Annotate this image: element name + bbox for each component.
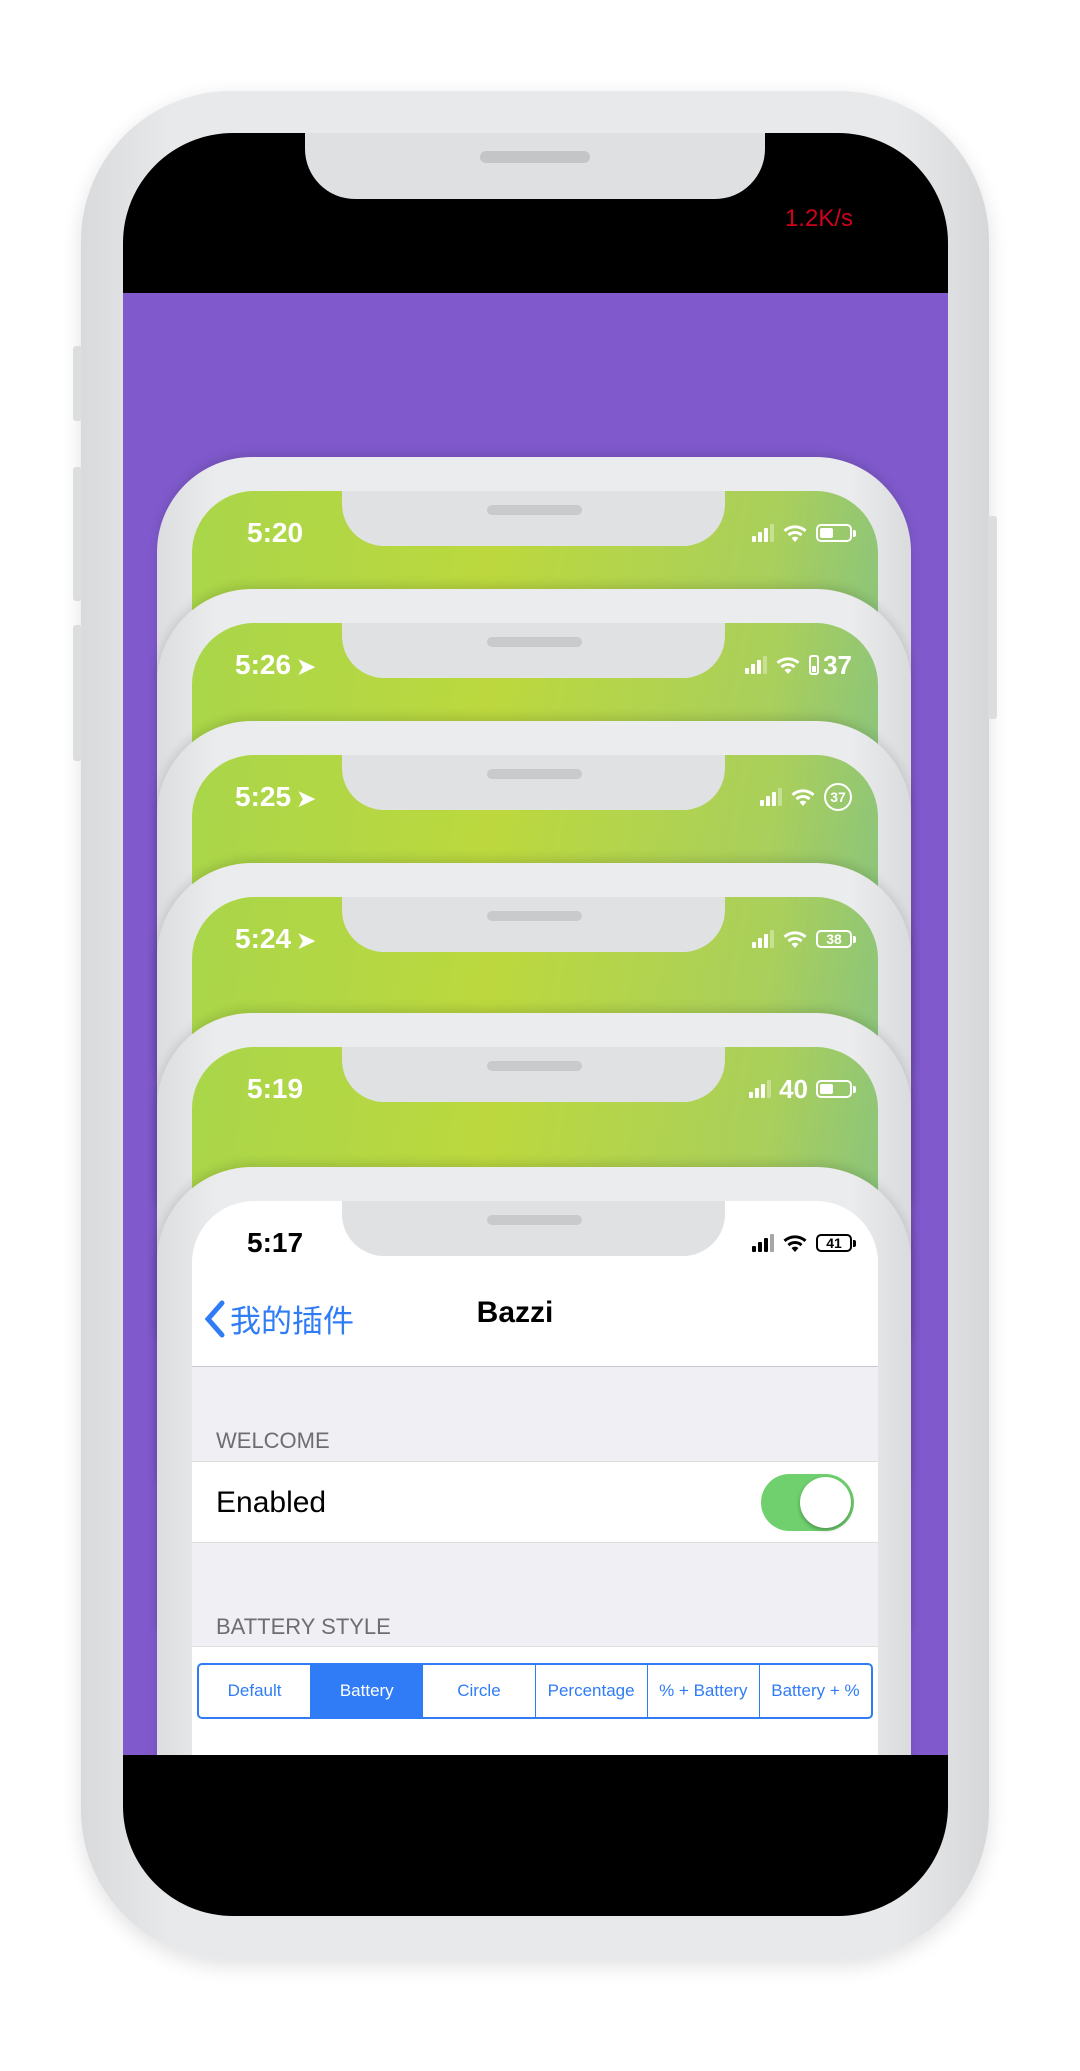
status-icons: 38 [752,923,856,955]
signal-icon [745,656,768,674]
status-time: 5:26 ➤ [235,649,315,681]
battery-percent: 40 [779,1073,808,1104]
speaker [487,769,582,779]
speaker [487,505,582,515]
speaker [487,1061,582,1071]
enabled-row: Enabled [192,1461,878,1543]
battery-icon [816,1080,856,1098]
time-text: 5:25 [235,781,292,812]
wifi-icon [790,787,816,807]
status-time: 5:25 ➤ [235,781,315,813]
status-time: 5:19 [247,1073,303,1105]
section-header-welcome: WELCOME [216,1428,330,1453]
phone-screen: 1.2K/s 5:20 5:26 ➤ 37 5:25 ➤ 37 5:24 ➤ 38 5:19 40 我的… [123,133,948,1916]
wifi-icon [782,929,808,949]
signal-icon [752,930,774,948]
status-time: 5:24 ➤ [235,923,315,955]
network-speed: 1.2K/s [784,205,853,232]
section-header-battery-style: BATTERY STYLE [216,1614,391,1639]
mute-switch [73,346,82,421]
segment-3[interactable]: Percentage [536,1665,648,1717]
status-icons: 41 [752,1227,856,1259]
speaker [487,637,582,647]
time-text: 5:20 [247,517,304,548]
settings-phone: 我的插件 Bazzi 5:17 41 WELCOME Enabled BATTERY STY… [157,1167,911,1755]
status-icons: 37 [760,781,852,813]
preview-area: 5:20 5:26 ➤ 37 5:25 ➤ 37 5:24 ➤ 38 5:19 40 我的插件 Bazzi… [123,293,948,1755]
battery-percent: 37 [823,649,852,680]
battery-icon: 41 [816,1234,856,1252]
segment-1[interactable]: Battery [311,1665,424,1717]
status-icons: 40 [749,1073,856,1105]
wifi-icon [782,523,808,543]
battery-circle-icon: 37 [824,783,852,811]
status-time: 5:20 [247,517,303,549]
signal-icon [752,524,774,542]
signal-icon [760,788,782,806]
segment-0[interactable]: Default [199,1665,312,1717]
signal-icon [752,1234,774,1252]
status-icons [752,517,856,549]
notch [342,1201,725,1256]
battery-style-segmented-control: Default Battery Circle Percentage% + Batter… [197,1663,873,1719]
time-text: 5:19 [247,1073,304,1104]
time-text: 5:24 [235,923,292,954]
page-title: Bazzi [476,1296,554,1329]
battery-icon [816,524,856,542]
time-text: 5:26 [235,649,292,680]
battery-icon: 38 [816,930,856,948]
battery-icon [809,655,820,675]
power-button [988,516,997,719]
segment-4[interactable]: % + Battery [648,1665,760,1717]
notch [342,897,725,952]
segment-5[interactable]: Battery + % [760,1665,871,1717]
notch [342,623,725,678]
wifi-icon [782,1233,808,1253]
notch [342,491,725,546]
location-icon: ➤ [297,654,316,679]
notch [305,133,765,199]
segment-2[interactable]: Circle [423,1665,536,1717]
wifi-icon [775,655,801,675]
enabled-toggle[interactable] [761,1474,854,1531]
enabled-label: Enabled [216,1486,327,1519]
volume-up-button [73,467,82,601]
speaker [487,1215,582,1225]
volume-down-button [73,625,82,761]
location-icon: ➤ [297,786,316,811]
battery-style-row: Default Battery Circle Percentage% + Batter… [192,1646,878,1755]
notch [342,755,725,810]
status-time: 5:17 [247,1227,304,1258]
location-icon: ➤ [297,928,316,953]
speaker [480,151,590,163]
notch [342,1047,725,1102]
speaker [487,911,582,921]
toggle-knob [800,1477,851,1528]
signal-icon [749,1080,772,1098]
status-icons: 37 [745,649,852,681]
settings-screen: 我的插件 Bazzi 5:17 41 WELCOME Enabled BATTERY STY… [192,1201,878,1755]
